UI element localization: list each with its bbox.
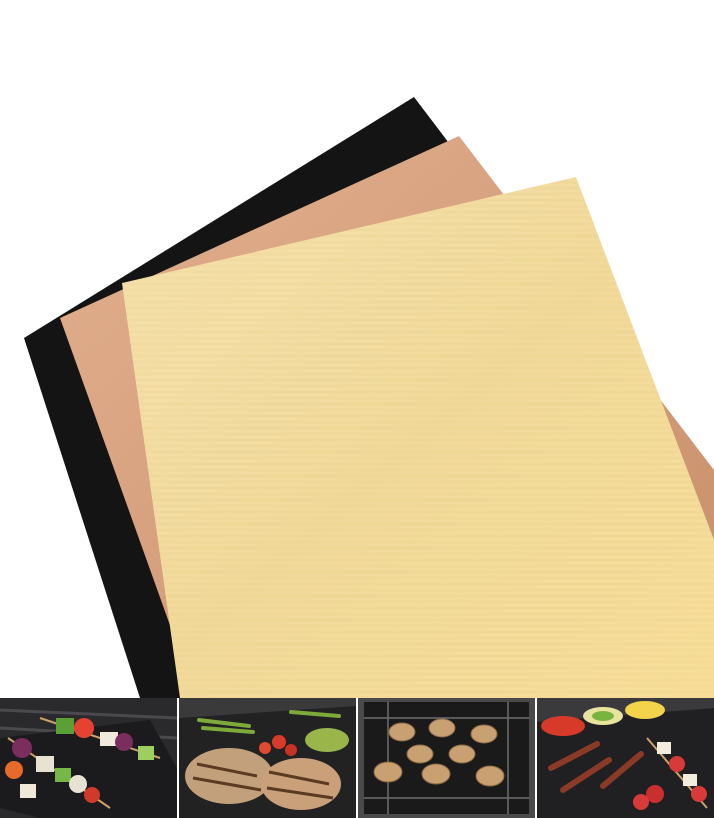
vegetable-skewers-image [0, 698, 177, 818]
thumbnail-vegetable-skewers[interactable] [0, 698, 177, 818]
thumbnail-bacon-skewers[interactable] [537, 698, 714, 818]
thumbnail-oven-patties[interactable] [358, 698, 535, 818]
grilled-meat-image [179, 698, 356, 818]
product-photo [0, 0, 714, 698]
thumbnail-grilled-meat[interactable] [179, 698, 356, 818]
bacon-skewers-image [537, 698, 714, 818]
oven-patties-image [358, 698, 535, 818]
usage-thumbnail-strip [0, 698, 714, 818]
